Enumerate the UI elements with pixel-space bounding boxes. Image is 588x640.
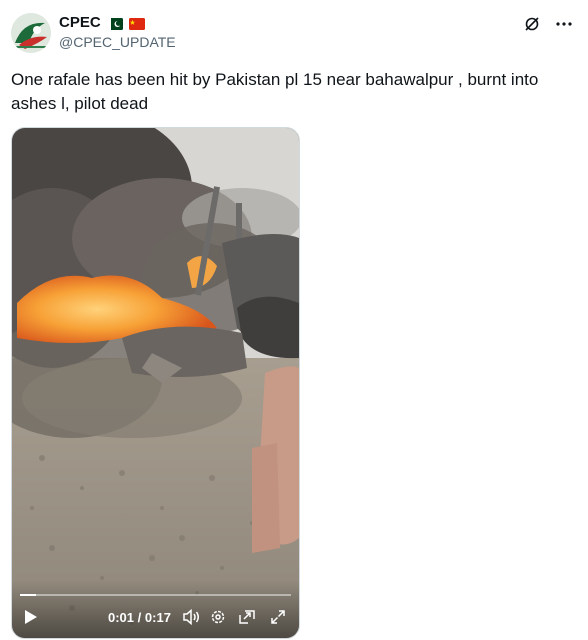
pakistan-flag-icon — [106, 17, 123, 30]
time-separator: / — [137, 610, 142, 625]
post-text: One rafale has been hit by Pakistan pl 1… — [11, 70, 539, 113]
header-actions — [523, 15, 573, 33]
time-display: 0:01 / 0:17 — [108, 610, 171, 625]
time-total: 0:17 — [144, 610, 171, 625]
video-controls: 0:01 / 0:17 — [12, 580, 299, 638]
grok-icon[interactable] — [523, 15, 541, 33]
avatar[interactable] — [11, 13, 51, 53]
user-handle[interactable]: @CPEC_UPDATE — [59, 34, 176, 50]
post-header: CPEC @CPEC_UPDATE — [11, 12, 577, 54]
time-current: 0:01 — [108, 610, 135, 625]
play-icon[interactable] — [24, 609, 38, 630]
china-flag-icon — [128, 17, 145, 30]
name-row: CPEC — [59, 14, 145, 31]
volume-icon[interactable] — [182, 608, 200, 630]
control-row: 0:01 / 0:17 — [12, 606, 299, 630]
progress-fill — [20, 594, 37, 596]
display-name[interactable]: CPEC — [59, 14, 101, 31]
progress-bar[interactable] — [20, 594, 291, 596]
video-player[interactable]: 0:01 / 0:17 — [11, 127, 300, 639]
more-icon[interactable] — [555, 15, 573, 33]
settings-icon[interactable] — [210, 609, 226, 630]
fullscreen-icon[interactable] — [270, 609, 286, 630]
picture-in-picture-icon[interactable] — [238, 609, 256, 630]
video-frame — [12, 128, 299, 638]
